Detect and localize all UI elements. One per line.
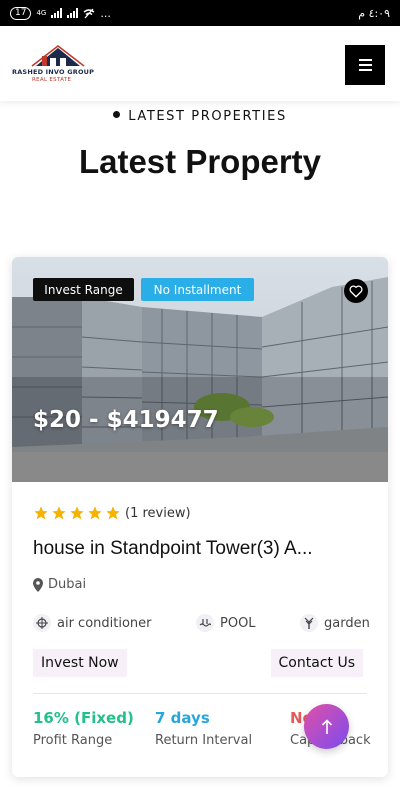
- menu-button[interactable]: [345, 45, 385, 85]
- invest-range-badge: Invest Range: [33, 278, 134, 301]
- logo-tagline: REAL ESTATE: [32, 77, 72, 83]
- heart-icon: [349, 285, 363, 297]
- rating: (1 review): [33, 505, 191, 521]
- more-notifications-icon: ...: [100, 6, 111, 20]
- scroll-to-top-button[interactable]: [304, 704, 349, 749]
- stat-profit-range: 16% (Fixed) Profit Range: [33, 709, 134, 748]
- amenity-air-conditioner: air conditioner: [33, 614, 152, 632]
- signal-icon: [51, 8, 63, 18]
- section-title: Latest Property: [78, 143, 322, 180]
- stat-label: Profit Range: [33, 733, 113, 748]
- installment-badge: No Installment: [141, 278, 254, 301]
- status-bar: 17 4G ... ٤:٠٩ م: [0, 0, 400, 26]
- clock: ٤:٠٩ م: [358, 6, 390, 20]
- pool-icon: [196, 614, 214, 632]
- section-eyebrow: LATEST PROPERTIES: [0, 109, 400, 124]
- invest-now-button[interactable]: Invest Now: [33, 649, 127, 677]
- property-card[interactable]: Invest Range No Installment $20 - $41947…: [12, 257, 388, 777]
- property-title[interactable]: house in Standpoint Tower(3) A...: [33, 538, 313, 560]
- house-logo-icon: [31, 45, 85, 67]
- property-location: Dubai: [33, 577, 86, 592]
- star-icon: [52, 506, 66, 520]
- star-icon: [106, 506, 120, 520]
- contact-us-button[interactable]: Contact Us: [270, 649, 363, 677]
- garden-icon: [300, 614, 318, 632]
- stat-label: Return Interval: [155, 733, 253, 748]
- logo-name: RASHED INVO GROUP: [12, 68, 95, 76]
- network-type: 4G: [36, 9, 47, 17]
- air-conditioner-icon: [33, 614, 51, 632]
- location-text: Dubai: [48, 577, 87, 592]
- arrow-up-icon: [321, 718, 332, 734]
- divider: [33, 693, 367, 694]
- amenity-label: POOL: [220, 615, 256, 631]
- hamburger-icon: [358, 59, 372, 61]
- star-rating: [33, 505, 121, 521]
- company-logo[interactable]: RASHED INVO GROUP REAL ESTATE: [12, 44, 108, 88]
- notification-count-badge: 17: [10, 6, 32, 20]
- stat-value: 16% (Fixed): [33, 709, 134, 727]
- stat-return-interval: 7 days Return Interval: [155, 709, 252, 748]
- location-pin-icon: [33, 577, 43, 592]
- amenity-label: garden: [324, 615, 370, 631]
- amenity-garden: garden: [300, 614, 370, 632]
- star-icon: [88, 506, 102, 520]
- amenity-label: air conditioner: [57, 615, 152, 631]
- review-count[interactable]: (1 review): [125, 506, 191, 521]
- stat-value: 7 days: [155, 709, 210, 727]
- hamburger-icon-line: [358, 69, 372, 71]
- bullet-icon: [113, 111, 121, 118]
- star-icon: [34, 506, 48, 520]
- signal-icon-2: [67, 8, 79, 18]
- favorite-button[interactable]: [344, 279, 368, 303]
- property-photo[interactable]: Invest Range No Installment $20 - $41947…: [12, 257, 388, 482]
- wifi-off-icon: [83, 8, 95, 18]
- site-header: RASHED INVO GROUP REAL ESTATE: [0, 26, 400, 101]
- eyebrow-text: LATEST PROPERTIES: [128, 109, 287, 124]
- star-icon: [70, 506, 84, 520]
- hamburger-icon-line: [358, 64, 372, 66]
- amenity-pool: POOL: [196, 614, 256, 632]
- price-range: $20 - $419477: [33, 407, 219, 433]
